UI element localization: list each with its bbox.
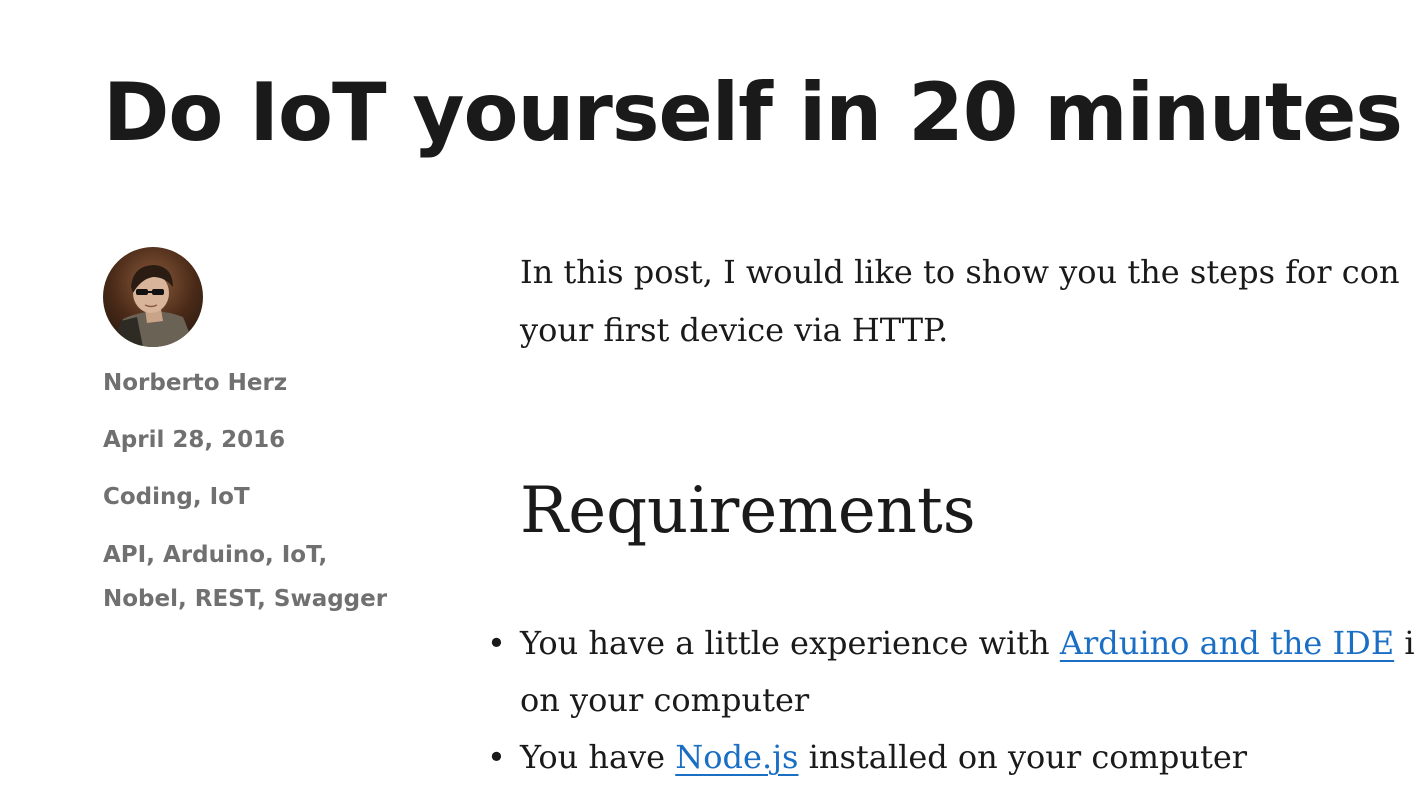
list-item-line-1: You have Node.js installed on your compu… — [520, 729, 1414, 786]
author-name[interactable]: Norberto Herz — [103, 361, 287, 405]
post-categories[interactable]: Coding, IoT — [103, 475, 250, 519]
intro-line-2: your first device via HTTP. — [520, 311, 949, 349]
list-item-text-after: installed on your computer — [798, 738, 1248, 776]
bullet-icon: • — [487, 738, 506, 776]
intro-line-1: In this post, I would like to show you t… — [520, 253, 1400, 291]
post-tags-line-1[interactable]: API, Arduino, IoT, — [103, 533, 433, 577]
post-meta: Norberto Herz April 28, 2016 Coding, IoT… — [103, 247, 433, 612]
list-item-line-1: You have a little experience with Arduin… — [520, 615, 1414, 672]
list-item-line-2: on your computer — [520, 681, 810, 719]
list-item-text: You have — [520, 738, 676, 776]
list-item-text-after: i — [1394, 624, 1414, 662]
post-date[interactable]: April 28, 2016 — [103, 418, 285, 462]
bullet-icon: • — [487, 624, 506, 662]
post-content: In this post, I would like to show you t… — [487, 243, 1414, 776]
author-avatar[interactable] — [103, 247, 203, 347]
post-tags[interactable]: API, Arduino, IoT, Nobel, REST, Swagger — [103, 533, 433, 621]
list-item-text: You have a little experience with — [520, 624, 1060, 662]
list-item: • You have Node.js installed on your com… — [487, 729, 1414, 786]
requirements-list: • You have a little experience with Ardu… — [487, 615, 1414, 786]
intro-paragraph: In this post, I would like to show you t… — [520, 243, 1414, 359]
post-tags-line-2[interactable]: Nobel, REST, Swagger — [103, 577, 433, 621]
requirements-heading: Requirements — [520, 474, 976, 548]
list-item: • You have a little experience with Ardu… — [487, 615, 1414, 729]
nodejs-link[interactable]: Node.js — [675, 738, 798, 776]
arduino-ide-link[interactable]: Arduino and the IDE — [1060, 624, 1394, 662]
post-title: Do IoT yourself in 20 minutes — [103, 66, 1403, 159]
avatar-photo-icon — [103, 247, 203, 347]
